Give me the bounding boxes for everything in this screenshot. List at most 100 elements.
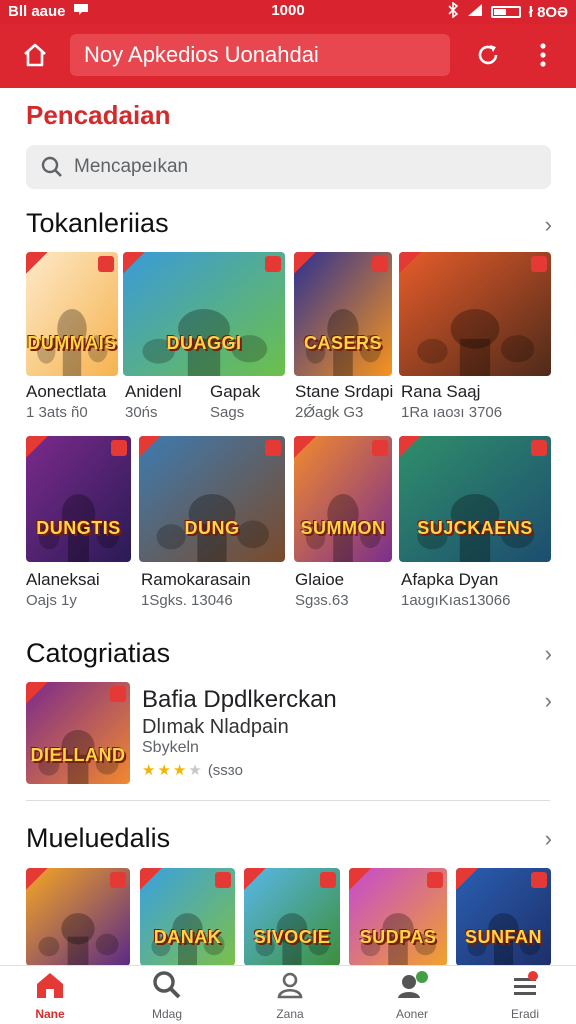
- app-tile-8[interactable]: SUJCKAENS: [399, 436, 551, 562]
- app-name: Stane Srdapi: [295, 382, 394, 401]
- app-name: Alaneksai: [26, 570, 100, 589]
- chevron-right-icon[interactable]: ›: [545, 641, 552, 667]
- tile-artwork: [399, 436, 551, 562]
- nav-label: Aoner: [395, 1007, 429, 1021]
- badge-icon: [531, 256, 547, 272]
- app-tile-7[interactable]: SUMMON: [294, 436, 392, 562]
- app-meta: 30ńs: [125, 404, 158, 421]
- app-meta: 1Ra ıaoɜı 3706: [401, 404, 503, 421]
- app-meta: 1 3ats ñ0: [26, 404, 88, 421]
- section-title-top: Tokanleriias: [26, 208, 169, 238]
- app-tile-6[interactable]: DUNG: [139, 436, 285, 562]
- app-meta: 1Sgks. 13046: [141, 592, 233, 609]
- badge-icon: [111, 440, 127, 456]
- app-name: Glaioe: [295, 570, 345, 589]
- page-title: Pencadaian: [26, 100, 171, 130]
- ribbon-icon: [399, 436, 421, 458]
- ribbon-icon: [26, 868, 48, 890]
- app-tile-4[interactable]: [399, 252, 551, 376]
- nav-label: Mdag: [151, 1007, 183, 1021]
- chevron-right-icon[interactable]: ›: [545, 212, 552, 238]
- home-icon: [24, 43, 46, 67]
- refresh-icon: [478, 45, 498, 65]
- badge-icon: [372, 256, 388, 272]
- nav-profile[interactable]: Zana: [240, 970, 340, 1021]
- badge-icon: [98, 256, 114, 272]
- ribbon-icon: [26, 252, 48, 274]
- star-icon: ★: [188, 762, 202, 779]
- rating: ★ ★ ★ ★ (ssɜo: [142, 761, 244, 780]
- ribbon-icon: [456, 868, 478, 890]
- search-input[interactable]: Mencapeıkan: [26, 145, 551, 189]
- featured-app-thumbnail[interactable]: DIELLAND: [26, 682, 130, 784]
- tile-title-art: DUMMAIS: [27, 332, 117, 353]
- tile-title-art: SUDPAS: [359, 927, 437, 948]
- featured-app-name[interactable]: Bafia Dpdlkerckan: [142, 686, 337, 714]
- app-tile-2[interactable]: DUAGGI: [123, 252, 285, 376]
- tile-title-art: SUJCKAENS: [417, 518, 533, 539]
- star-icon: ★: [142, 762, 156, 779]
- app-tile-13[interactable]: SUNFAN: [456, 868, 551, 966]
- ribbon-icon: [140, 868, 162, 890]
- tile-title-art: DIELLAND: [30, 744, 126, 765]
- tile-title-art: DUAGGI: [166, 332, 242, 353]
- tile-title-art: DUNG: [184, 518, 240, 539]
- nav-menu[interactable]: Eradi: [475, 970, 575, 1021]
- featured-app-developer: Dlımak Nladpain: [142, 716, 289, 738]
- badge-icon: [265, 440, 281, 456]
- tile-title-art: SUMMON: [300, 518, 386, 539]
- battery-text: ł 8OƏ: [528, 3, 568, 21]
- ribbon-icon: [244, 868, 266, 890]
- app-name: Ramokarasain: [141, 570, 251, 589]
- ribbon-icon: [399, 252, 421, 274]
- app-name: Gapak: [210, 382, 261, 401]
- app-tile-1[interactable]: DUMMAIS: [26, 252, 118, 376]
- rating-count: (ssɜo: [207, 761, 244, 779]
- app-name: Afapka Dyan: [401, 570, 499, 589]
- section-title-categories: Catogriatias: [26, 638, 171, 668]
- battery-icon: [490, 6, 521, 18]
- ribbon-icon: [123, 252, 145, 274]
- ribbon-icon: [26, 682, 48, 704]
- app-tile-5[interactable]: DUNGTIS: [26, 436, 131, 562]
- app-name: Aonectlata: [26, 382, 107, 401]
- menu-icon: [514, 971, 538, 995]
- chevron-right-icon[interactable]: ›: [545, 688, 552, 714]
- featured-app-category: Sbykeln: [142, 739, 199, 756]
- ribbon-icon: [294, 252, 316, 274]
- nav-label: Nane: [35, 1007, 65, 1021]
- app-tile-12[interactable]: SUDPAS: [349, 868, 447, 966]
- nav-search[interactable]: Mdag: [117, 970, 217, 1021]
- ribbon-icon: [26, 436, 48, 458]
- tile-title-art: CASERS: [303, 332, 382, 353]
- app-tile-11[interactable]: SIVOCIE: [244, 868, 340, 966]
- nav-label: Eradi: [510, 1007, 539, 1021]
- app-tile-10[interactable]: DANAK: [140, 868, 235, 966]
- app-meta: 1aʊgıKıas13066: [401, 592, 511, 609]
- tile-title-art: SIVOCIE: [253, 927, 331, 948]
- nav-label: Zana: [276, 1007, 304, 1021]
- ribbon-icon: [349, 868, 371, 890]
- nav-home[interactable]: Nane: [0, 970, 100, 1021]
- status-bar: Bll aaue 1000 ł 8OƏ: [0, 0, 576, 24]
- tile-artwork: [123, 252, 285, 376]
- app-name: Rana Saąj: [401, 382, 481, 401]
- url-bar[interactable]: Noy Apkedios Uonahdai: [70, 34, 450, 76]
- overflow-menu-button[interactable]: [520, 32, 566, 78]
- star-icon: ★: [157, 762, 171, 779]
- refresh-button[interactable]: [465, 32, 511, 78]
- app-tile-9[interactable]: [26, 868, 130, 966]
- tile-artwork: [399, 252, 551, 376]
- badge-icon: [427, 872, 443, 888]
- app-tile-3[interactable]: CASERS: [294, 252, 392, 376]
- user-icon: [277, 972, 303, 999]
- badge-icon: [110, 872, 126, 888]
- section-title-more: Mueluedalis: [26, 823, 171, 853]
- home-button[interactable]: [12, 32, 58, 78]
- search-icon: [153, 971, 181, 999]
- account-add-icon: [398, 971, 428, 998]
- badge-icon: [320, 872, 336, 888]
- divider: [26, 800, 550, 801]
- nav-account[interactable]: Aoner: [362, 970, 462, 1021]
- chevron-right-icon[interactable]: ›: [545, 826, 552, 852]
